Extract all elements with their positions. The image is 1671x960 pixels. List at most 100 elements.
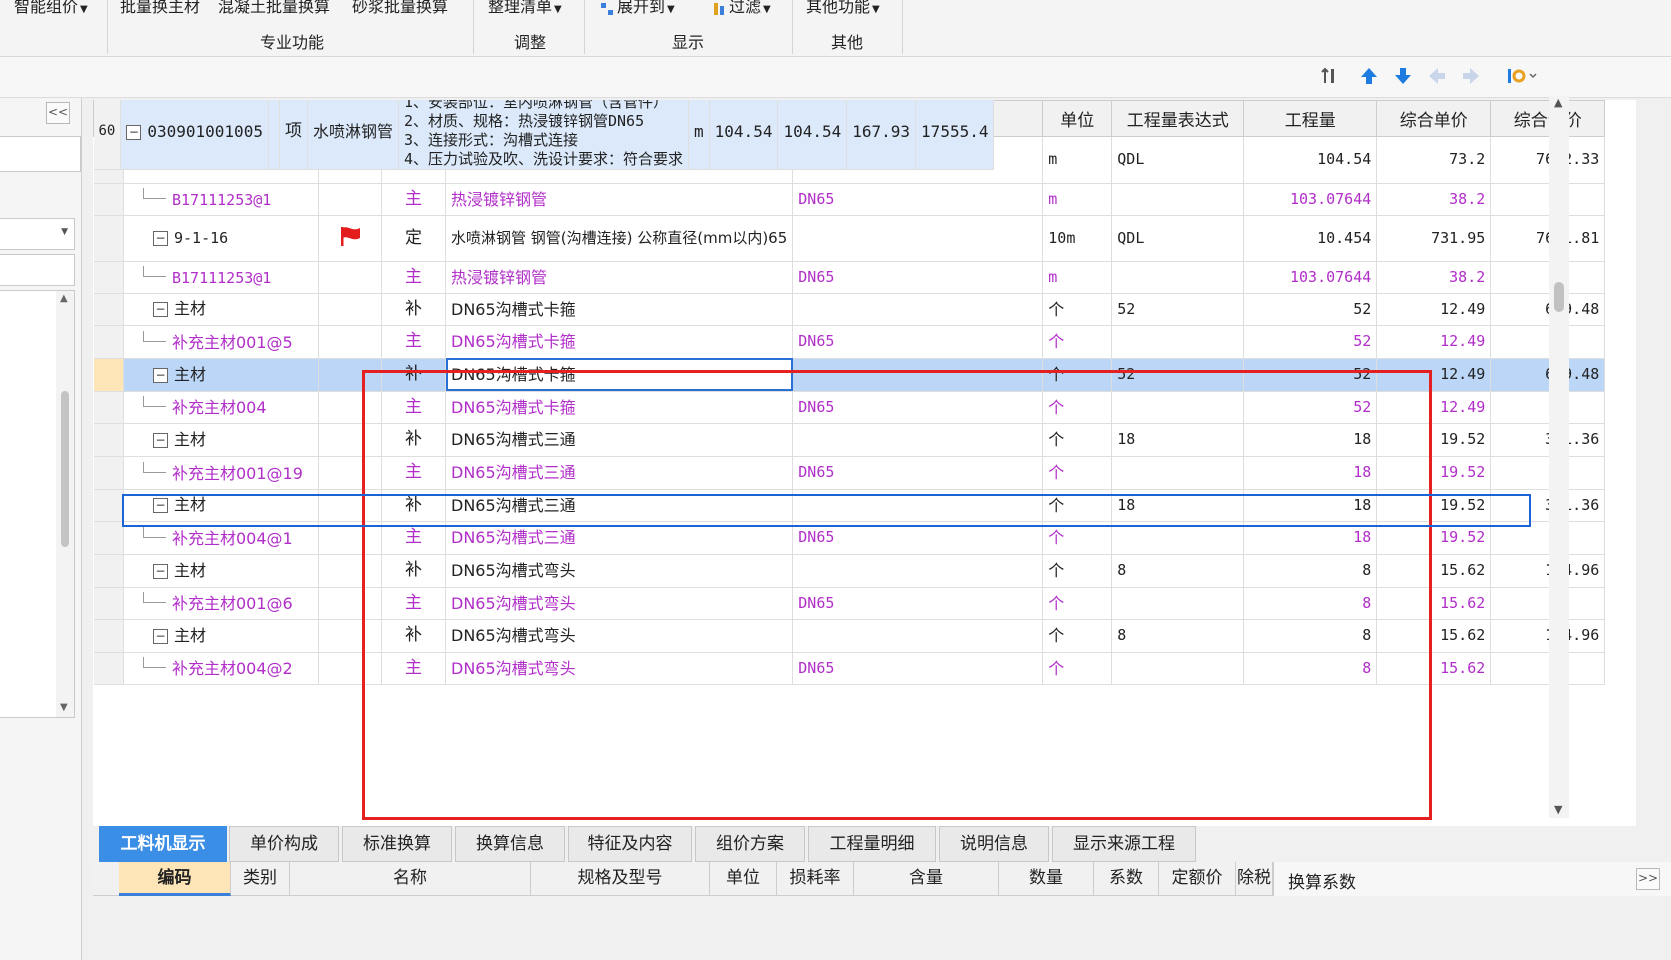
total-cell[interactable] [1490,652,1606,685]
unit-cell[interactable]: 个 [1042,456,1113,490]
collapse-toggle-icon[interactable]: − [126,124,142,140]
move-up-button[interactable] [1356,63,1382,89]
code-cell[interactable]: 补充主材001@19 [123,456,319,490]
expr-cell[interactable] [1111,456,1245,490]
code-cell[interactable]: 补充主材004 [123,391,319,424]
unit-cell[interactable]: 个 [1042,619,1113,653]
swap-rows-button[interactable] [1316,63,1342,89]
expr-cell[interactable]: 18 [1111,489,1245,522]
feature-cell[interactable] [792,423,1044,457]
bcol-coefficient[interactable]: 系数 [1094,862,1159,896]
name-cell[interactable]: DN65沟槽式三通 [445,521,794,555]
mark-cell[interactable] [318,456,382,490]
name-cell[interactable]: DN65沟槽式三通 [445,423,794,457]
tab-quantity-detail[interactable]: 工程量明细 [808,826,936,862]
quota-row[interactable]: − 主材补 DN65沟槽式三通个 18 18 19.52 351.36 [93,489,1606,522]
mark-cell[interactable] [318,652,382,685]
organize-list-menu[interactable]: 整理清单 ▼ [488,0,562,17]
tab-standard-convert[interactable]: 标准换算 [342,826,452,862]
mark-cell[interactable] [318,521,382,555]
mark-cell[interactable] [318,261,382,294]
type-cell[interactable]: 补 [381,619,446,653]
material-row[interactable]: 补充主材004@2 主 DN65沟槽式弯头 DN65 个 8 15.62 [93,652,1606,685]
qty-cell[interactable]: 8 [1243,587,1378,620]
price-cell[interactable]: 12.49 [1376,293,1492,326]
name-cell[interactable]: DN65沟槽式卡箍 [445,293,794,326]
name-cell[interactable]: DN65沟槽式卡箍 [445,358,794,392]
filter-menu[interactable]: 过滤 ▼ [712,0,771,17]
item-unit-cell[interactable]: m [688,100,710,170]
total-cell[interactable]: 649.48 [1490,358,1606,392]
expr-cell[interactable] [1111,261,1245,294]
bill-grid[interactable]: 编码 标记 类别 名称 项目特征 单位 工程量表达式 工程量 综合单价 综合合价… [93,100,1636,870]
qty-cell[interactable]: 52 [1243,358,1378,392]
type-cell[interactable]: 主 [381,456,446,490]
name-cell[interactable]: DN65沟槽式卡箍 [445,325,794,359]
price-cell[interactable]: 12.49 [1376,391,1492,424]
qty-cell[interactable]: 10.454 [1243,215,1378,262]
collapse-toggle-icon[interactable]: − [153,628,168,644]
qty-cell[interactable]: 104.54 [1243,137,1378,184]
left-scroll-thumb[interactable] [61,391,69,547]
total-cell[interactable]: 124.96 [1490,554,1606,588]
total-cell[interactable] [1490,587,1606,620]
total-cell[interactable] [1490,456,1606,490]
qty-cell[interactable]: 103.07644 [1243,183,1378,216]
unit-cell[interactable]: 10m [1042,215,1113,262]
bill-item-row[interactable]: 60 −030901001005 项 水喷淋钢管 1、安装部位：室内喷淋钢管（含… [93,100,995,237]
grid-scroll-thumb[interactable] [1554,282,1564,312]
qty-cell[interactable]: 52 [1243,293,1378,326]
unit-cell[interactable]: 个 [1042,489,1113,522]
unit-cell[interactable]: 个 [1042,423,1113,457]
name-cell[interactable]: DN65沟槽式三通 [445,456,794,490]
item-type-cell[interactable]: 项 [279,100,308,170]
name-cell[interactable]: DN65沟槽式弯头 [445,554,794,588]
material-row[interactable]: 补充主材001@19 主 DN65沟槽式三通 DN65 个 18 19.52 [93,456,1606,490]
move-down-button[interactable] [1390,63,1416,89]
tab-source-project[interactable]: 显示来源工程 [1052,826,1196,862]
expr-cell[interactable]: QDL [1111,137,1245,184]
expr-cell[interactable]: 52 [1111,293,1245,326]
material-row[interactable]: B17111253@1 主热浸镀锌钢管 DN65 m 103.07644 38.2 [93,261,1606,294]
material-row[interactable]: 补充主材004@1 主 DN65沟槽式三通 DN65 个 18 19.52 [93,521,1606,555]
total-cell[interactable]: 649.48 [1490,293,1606,326]
code-cell[interactable]: 补充主材001@6 [123,587,319,620]
unit-cell[interactable]: 个 [1042,325,1113,359]
mark-cell[interactable] [318,423,382,457]
material-row[interactable]: 补充主材001@6 主 DN65沟槽式弯头 DN65 个 8 15.62 [93,587,1606,620]
name-cell[interactable]: DN65沟槽式弯头 [445,587,794,620]
bcol-tax-excl[interactable]: 除税 [1236,862,1273,896]
tab-pricing-scheme[interactable]: 组价方案 [695,826,805,862]
feature-cell[interactable] [792,293,1044,326]
scroll-down-icon[interactable]: ▼ [1554,803,1562,816]
type-cell[interactable]: 补 [381,358,446,392]
expr-cell[interactable]: 52 [1111,358,1245,392]
expr-cell[interactable] [1111,652,1245,685]
type-cell[interactable]: 主 [381,261,446,294]
total-cell[interactable] [1490,261,1606,294]
col-unit[interactable]: 单位 [1042,100,1113,137]
name-cell[interactable]: DN65沟槽式弯头 [445,652,794,685]
mortar-batch-convert-button[interactable]: 砂浆批量换算 [352,0,448,17]
total-cell[interactable]: 351.36 [1490,423,1606,457]
price-cell[interactable]: 15.62 [1376,554,1492,588]
material-row[interactable]: 补充主材004 主 DN65沟槽式卡箍 DN65 个 52 12.49 [93,391,1606,424]
bcol-loss-rate[interactable]: 损耗率 [777,862,854,896]
qty-cell[interactable]: 18 [1243,423,1378,457]
mark-cell[interactable] [318,325,382,359]
quota-row[interactable]: − 主材补 DN65沟槽式卡箍个 52 52 12.49 649.48 [93,293,1606,326]
name-cell[interactable]: DN65沟槽式弯头 [445,619,794,653]
price-cell[interactable]: 19.52 [1376,521,1492,555]
type-cell[interactable]: 主 [381,521,446,555]
price-cell[interactable]: 19.52 [1376,423,1492,457]
mark-cell[interactable] [318,554,382,588]
unit-cell[interactable]: m [1042,183,1113,216]
unit-cell[interactable]: 个 [1042,521,1113,555]
name-cell[interactable]: 热浸镀锌钢管 [445,261,794,294]
price-cell[interactable]: 15.62 [1376,587,1492,620]
expr-cell[interactable]: 8 [1111,619,1245,653]
mark-cell[interactable] [318,587,382,620]
tab-material-display[interactable]: 工料机显示 [99,826,227,862]
mark-cell[interactable] [318,489,382,522]
grid-vertical-scrollbar[interactable]: ▲ ▼ [1549,96,1569,818]
